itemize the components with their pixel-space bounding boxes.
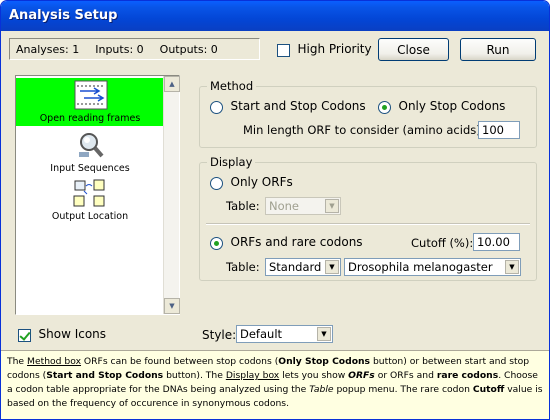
table1-value: None bbox=[269, 199, 300, 213]
chevron-down-icon[interactable]: ▼ bbox=[505, 260, 519, 274]
help-text: The bbox=[7, 356, 28, 367]
high-priority-checkbox[interactable]: High Priority bbox=[277, 42, 372, 57]
cutoff-label: Cutoff (%): bbox=[411, 236, 474, 250]
window-title: Analysis Setup bbox=[9, 8, 118, 23]
radio-start-stop-icon[interactable] bbox=[210, 100, 223, 114]
workflow-item-input[interactable]: Input Sequences bbox=[16, 128, 164, 176]
help-text: popup menu. The rare codon bbox=[333, 384, 473, 395]
min-length-input[interactable]: 100 bbox=[478, 121, 520, 139]
radio-start-stop[interactable]: Start and Stop Codons bbox=[210, 99, 366, 114]
style-value: Default bbox=[240, 327, 283, 341]
radio-only-stop-icon[interactable] bbox=[378, 100, 391, 114]
radio-orfs-rare-icon[interactable] bbox=[210, 236, 223, 250]
help-start-stop: Start and Stop Codons bbox=[46, 370, 164, 381]
output-folders-icon bbox=[73, 179, 105, 207]
high-priority-label: High Priority bbox=[297, 42, 372, 56]
analyses-count: Analyses: 1 bbox=[16, 42, 80, 56]
high-priority-check-icon[interactable] bbox=[277, 43, 290, 57]
radio-only-orfs-icon[interactable] bbox=[210, 176, 223, 190]
radio-orfs-rare-label: ORFs and rare codons bbox=[230, 235, 363, 249]
help-cutoff: Cutoff bbox=[472, 384, 505, 395]
help-text: or ORFs and bbox=[374, 370, 437, 381]
style-label: Style: bbox=[202, 328, 237, 342]
status-counts: Analyses: 1 Inputs: 0 Outputs: 0 bbox=[9, 38, 260, 60]
help-rare: rare codons bbox=[436, 370, 499, 381]
workflow-item-label: Input Sequences bbox=[50, 163, 130, 174]
min-length-label: Min length ORF to consider (amino acids)… bbox=[243, 123, 485, 137]
workflow-scrollbar[interactable]: ▲ ▼ bbox=[163, 76, 180, 314]
inputs-count: Inputs: 0 bbox=[95, 42, 144, 56]
workflow-item-label: Open reading frames bbox=[39, 113, 141, 124]
help-text: lets you show bbox=[279, 370, 349, 381]
help-orfs: ORFs bbox=[348, 370, 375, 381]
help-only-stop: Only Stop Codons bbox=[278, 356, 371, 367]
workflow-item-label: Output Location bbox=[51, 211, 129, 222]
close-button[interactable]: Close bbox=[378, 38, 449, 61]
workflow-list[interactable]: Open reading frames Input Sequences Outp… bbox=[15, 75, 180, 315]
workflow-item-orf[interactable]: Open reading frames bbox=[16, 78, 164, 126]
organism-value: Drosophila melanogaster bbox=[348, 260, 493, 274]
help-display-box: Display box bbox=[225, 370, 280, 381]
help-panel: The Method box ORFs can be found between… bbox=[1, 350, 549, 419]
organism-select[interactable]: Drosophila melanogaster ▼ bbox=[344, 258, 521, 276]
chevron-down-icon[interactable]: ▼ bbox=[325, 199, 339, 213]
chevron-down-icon[interactable]: ▼ bbox=[325, 260, 339, 274]
radio-start-stop-label: Start and Stop Codons bbox=[230, 99, 366, 113]
outputs-count: Outputs: 0 bbox=[159, 42, 218, 56]
scroll-up-icon[interactable]: ▲ bbox=[164, 76, 180, 92]
radio-only-orfs[interactable]: Only ORFs bbox=[210, 175, 293, 190]
radio-orfs-rare[interactable]: ORFs and rare codons bbox=[210, 235, 363, 250]
radio-only-stop[interactable]: Only Stop Codons bbox=[378, 99, 505, 114]
radio-only-orfs-label: Only ORFs bbox=[230, 175, 293, 189]
table2-label: Table: bbox=[226, 260, 260, 274]
checkmark-icon[interactable] bbox=[18, 328, 31, 342]
orf-icon bbox=[74, 80, 108, 110]
magnifier-icon bbox=[79, 133, 104, 158]
display-divider bbox=[206, 223, 530, 225]
display-group-title: Display bbox=[207, 155, 256, 169]
scroll-down-icon[interactable]: ▼ bbox=[164, 298, 180, 314]
chevron-down-icon[interactable]: ▼ bbox=[317, 327, 331, 341]
help-text: button). The bbox=[163, 370, 226, 381]
workflow-item-output[interactable]: Output Location bbox=[16, 176, 164, 224]
help-text: ORFs can be found between stop codons ( bbox=[81, 356, 279, 367]
analysis-setup-window: Analysis Setup Analyses: 1 Inputs: 0 Out… bbox=[0, 0, 550, 420]
style-select[interactable]: Default ▼ bbox=[236, 325, 333, 343]
show-icons-label: Show Icons bbox=[38, 327, 107, 341]
cutoff-input[interactable]: 10.00 bbox=[473, 233, 520, 251]
run-button[interactable]: Run bbox=[460, 38, 536, 61]
table1-label: Table: bbox=[226, 199, 260, 213]
show-icons-checkbox[interactable]: Show Icons bbox=[18, 327, 106, 342]
radio-only-stop-label: Only Stop Codons bbox=[398, 99, 506, 113]
method-group-title: Method bbox=[207, 79, 257, 93]
title-bar[interactable]: Analysis Setup bbox=[1, 1, 549, 31]
table2-select[interactable]: Standard ▼ bbox=[265, 258, 341, 276]
help-table: Table bbox=[309, 384, 334, 395]
help-method-box: Method box bbox=[27, 356, 82, 367]
table2-value: Standard bbox=[269, 260, 322, 274]
table1-select[interactable]: None ▼ bbox=[265, 197, 341, 215]
